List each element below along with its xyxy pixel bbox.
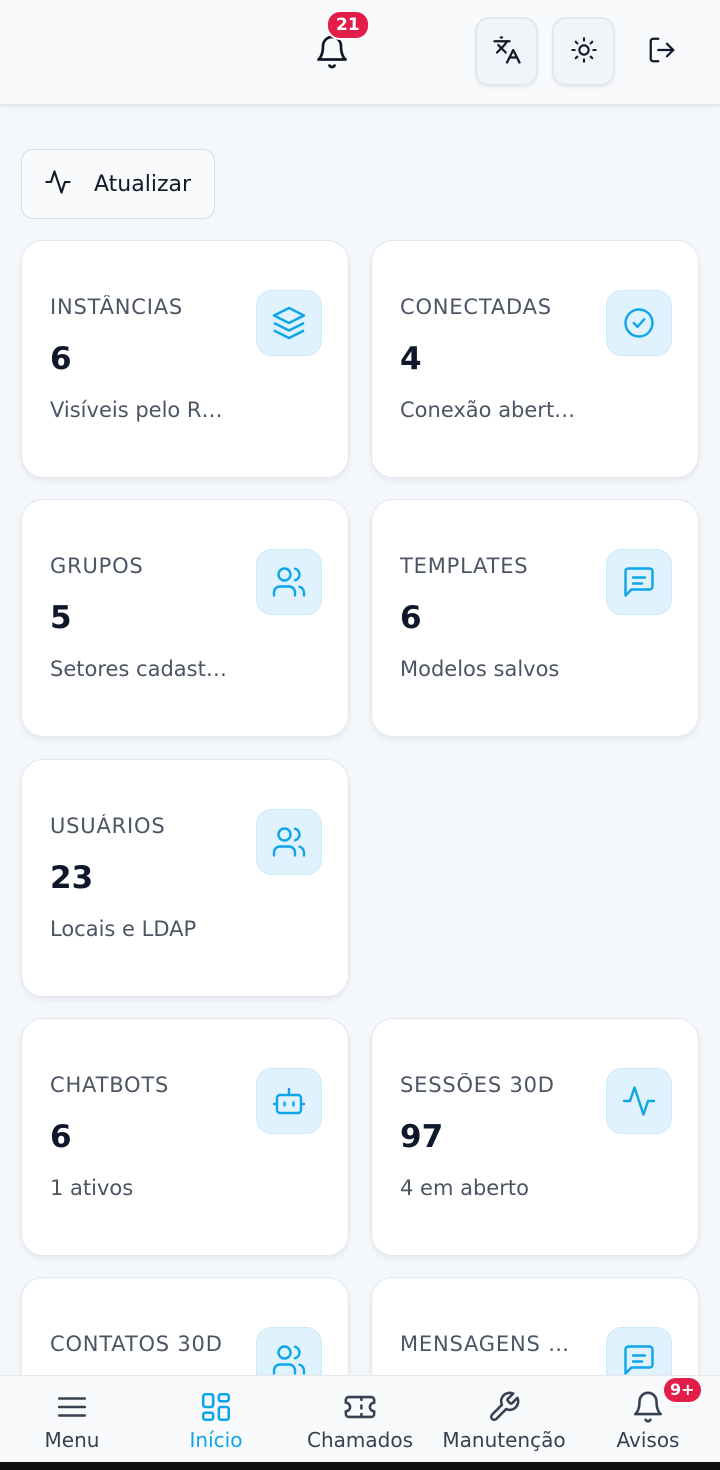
menu-icon [57,1397,87,1417]
language-button[interactable] [475,17,538,86]
layers-icon [256,290,322,356]
nav-inicio[interactable]: Início [144,1376,288,1463]
users-icon [256,549,322,615]
activity-icon [44,168,72,200]
card-subtitle: Setores cadast… [50,657,227,681]
stat-card-grupos[interactable]: GRUPOS 5 Setores cadast… [21,499,349,737]
bottom-navigation: Menu Início Chamados Manutenção 9+ Aviso… [0,1375,720,1462]
card-title: TEMPLATES [400,554,529,578]
card-subtitle: Locais e LDAP [50,917,197,941]
card-subtitle: Visíveis pelo R… [50,398,223,422]
nav-label: Manutenção [442,1428,566,1452]
logout-icon [647,35,677,69]
card-subtitle: Conexão abert… [400,398,576,422]
card-value: 6 [50,1119,72,1155]
card-subtitle: Modelos salvos [400,657,560,681]
card-subtitle: 1 ativos [50,1176,134,1200]
refresh-button[interactable]: Atualizar [21,149,215,219]
wrench-icon [490,1391,520,1421]
users-icon [256,809,322,875]
avisos-count-badge: 9+ [662,1376,703,1404]
card-value: 23 [50,860,94,896]
bell-icon [633,1391,663,1423]
stat-card-usuarios[interactable]: USUÁRIOS 23 Locais e LDAP [21,759,349,997]
stat-card-templates[interactable]: TEMPLATES 6 Modelos salvos [371,499,699,737]
message-square-icon [606,549,672,615]
activity-icon [606,1068,672,1134]
theme-toggle-button[interactable] [552,17,615,86]
card-title: GRUPOS [50,554,144,578]
stat-card-sessoes[interactable]: SESSÕES 30D 97 4 em aberto [371,1018,699,1256]
nav-menu[interactable]: Menu [0,1376,144,1463]
stat-card-instancias[interactable]: INSTÂNCIAS 6 Visíveis pelo R… [21,240,349,478]
system-home-bar [0,1462,720,1470]
card-title: CONECTADAS [400,295,552,319]
card-title: CONTATOS 30D [50,1332,223,1356]
card-value: 97 [400,1119,444,1155]
translate-icon [492,35,522,69]
top-bar: 21 [0,0,720,106]
bot-icon [256,1068,322,1134]
card-title: CHATBOTS [50,1073,170,1097]
logout-button[interactable] [640,30,684,74]
nav-chamados[interactable]: Chamados [288,1376,432,1463]
card-title: INSTÂNCIAS [50,295,184,319]
card-title: MENSAGENS … [400,1332,570,1356]
card-title: USUÁRIOS [50,814,166,838]
nav-label: Avisos [616,1428,680,1452]
card-title: SESSÕES 30D [400,1073,555,1097]
check-circle-icon [606,290,672,356]
nav-avisos[interactable]: 9+ Avisos [576,1376,720,1463]
stat-card-conectadas[interactable]: CONECTADAS 4 Conexão abert… [371,240,699,478]
refresh-label: Atualizar [94,171,192,197]
card-value: 6 [400,600,422,636]
nav-manutencao[interactable]: Manutenção [432,1376,576,1463]
grid-icon [201,1392,231,1422]
card-value: 4 [400,341,422,377]
nav-label: Chamados [307,1428,413,1452]
card-value: 6 [50,341,72,377]
nav-label: Menu [44,1428,100,1452]
sun-icon [570,36,598,68]
stat-card-chatbots[interactable]: CHATBOTS 6 1 ativos [21,1018,349,1256]
notification-count-badge: 21 [326,10,370,40]
card-subtitle: 4 em aberto [400,1176,529,1200]
nav-label: Início [189,1428,243,1452]
ticket-icon [344,1395,376,1419]
card-value: 5 [50,600,72,636]
